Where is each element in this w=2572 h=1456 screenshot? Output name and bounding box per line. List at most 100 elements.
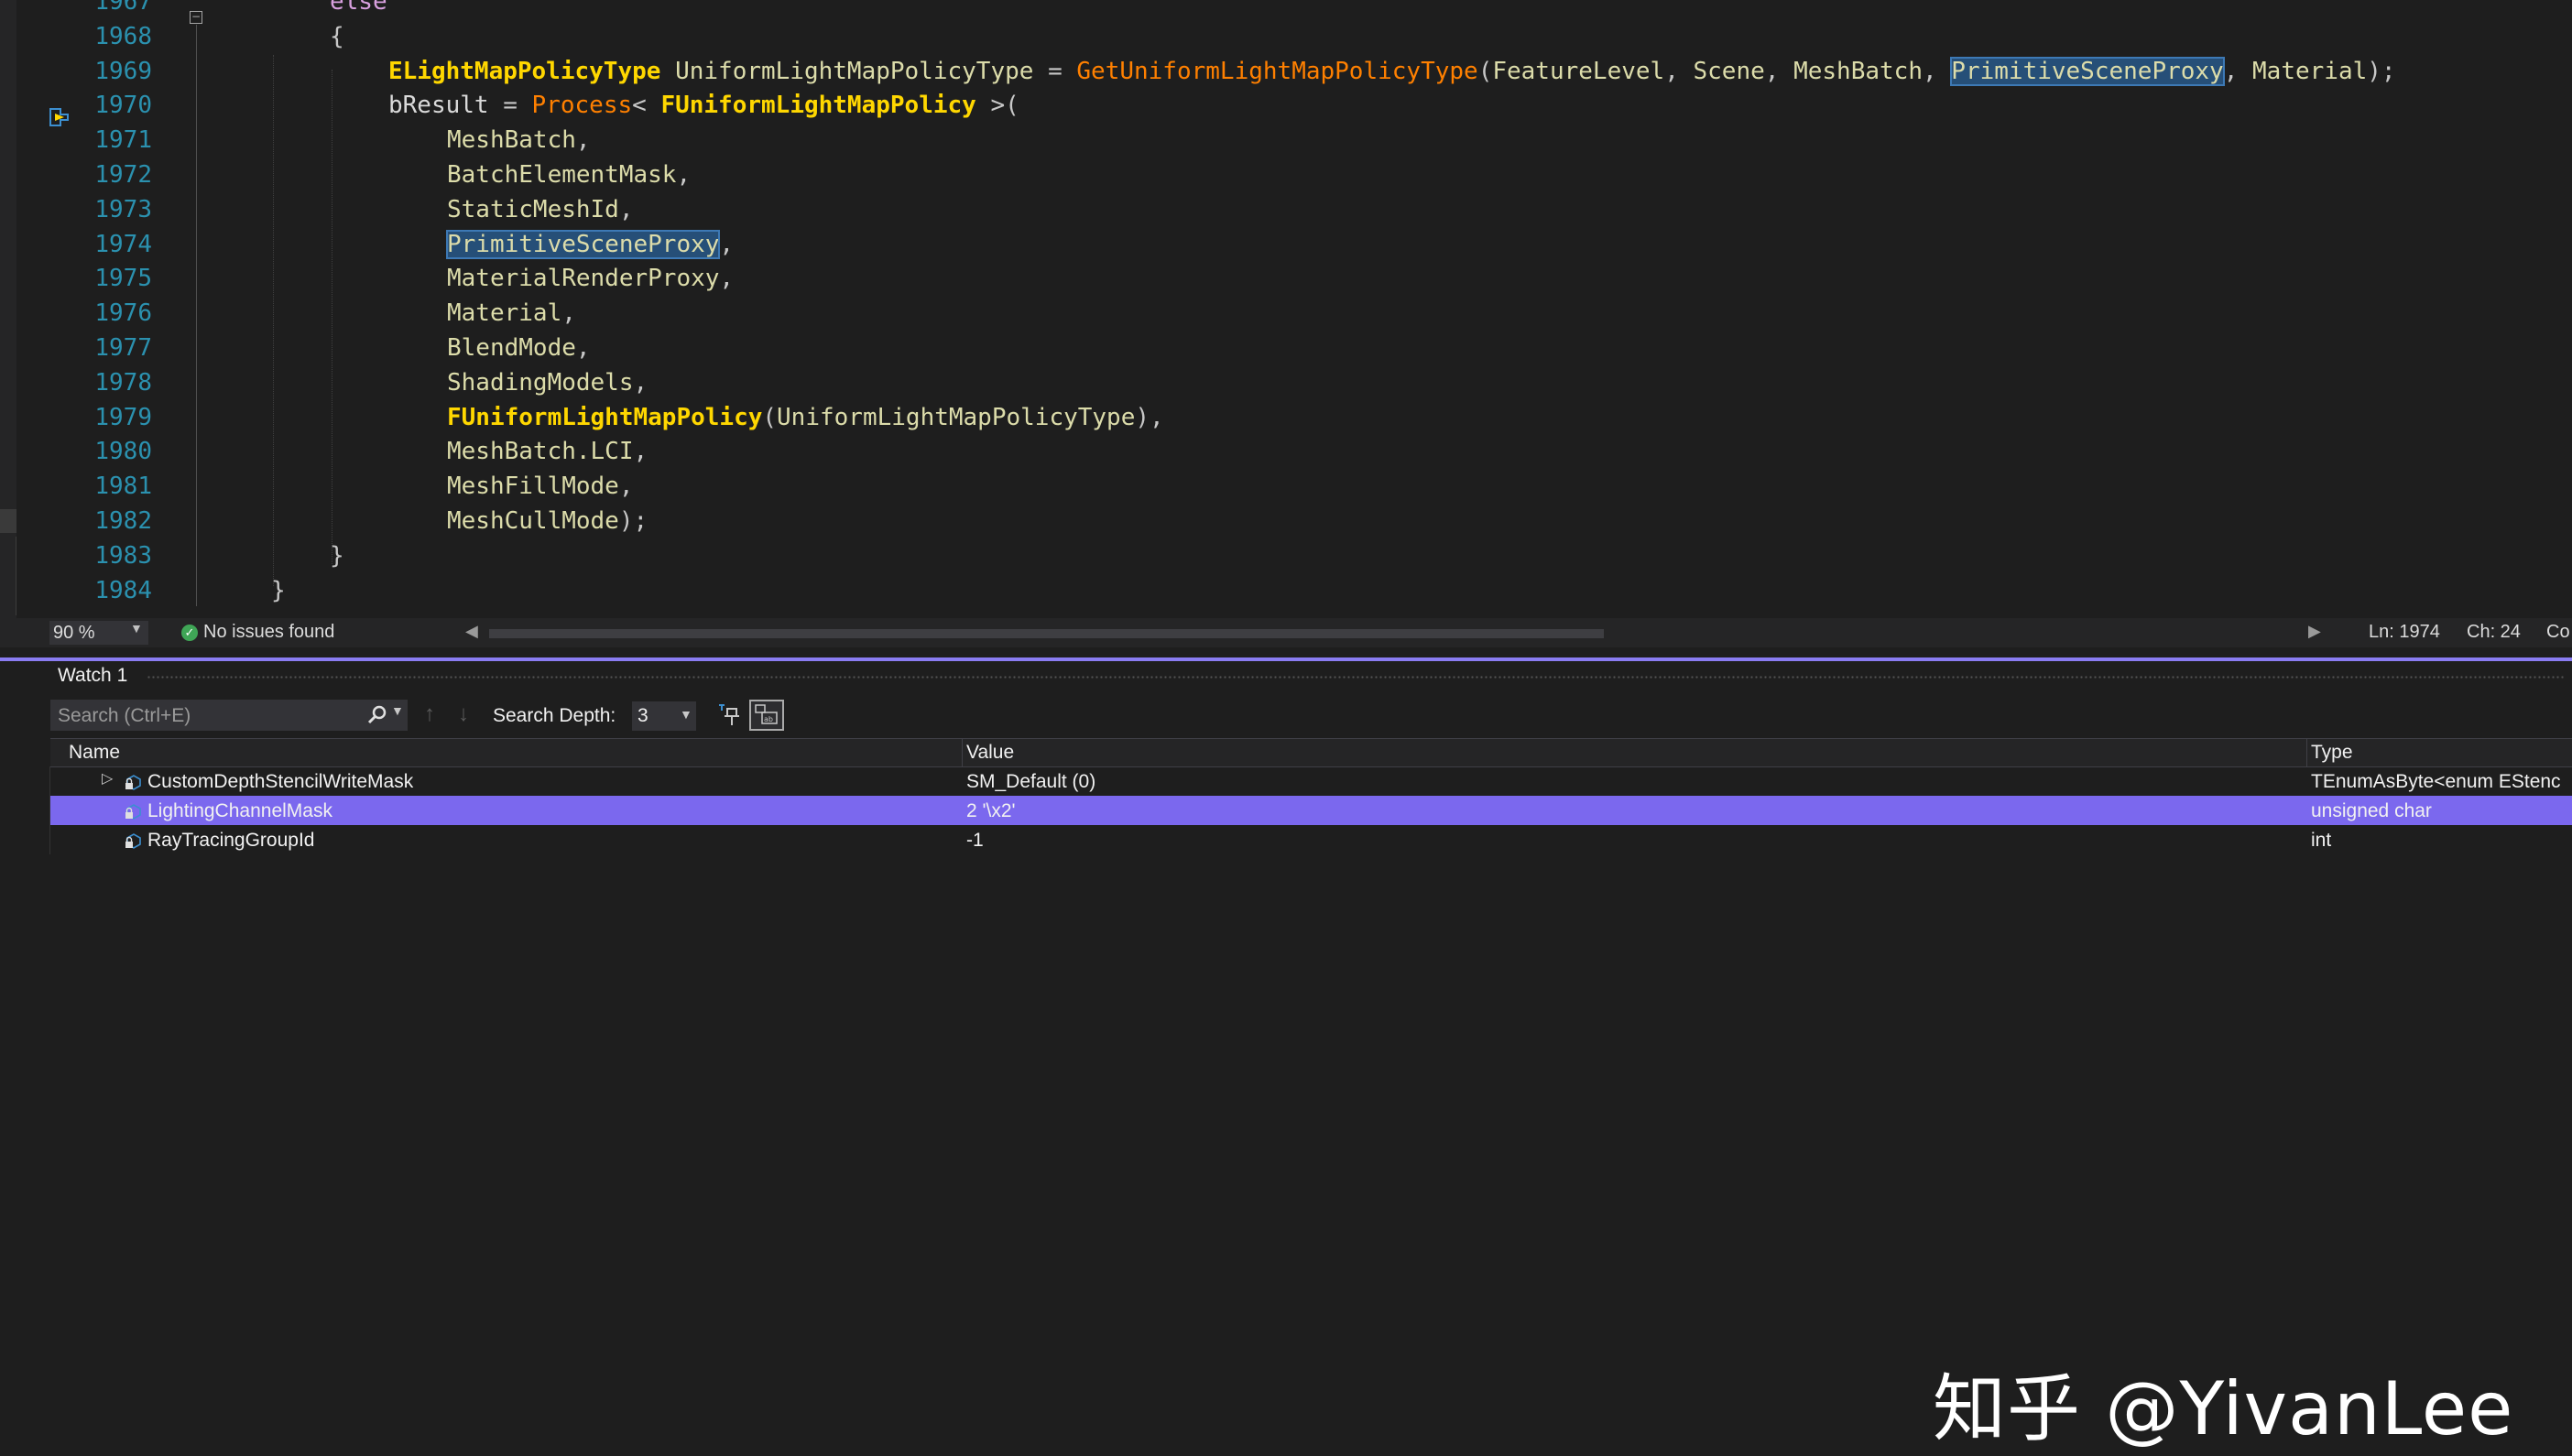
code-line[interactable]: 1984} — [0, 574, 2572, 609]
watch-row[interactable]: RayTracingGroupId -1 int — [50, 825, 2572, 854]
code-text[interactable]: bResult = Process< FUniformLightMapPolic… — [388, 89, 1019, 124]
code-line[interactable]: 1974 PrimitiveSceneProxy, — [0, 228, 2572, 263]
code-line[interactable]: 1968 { — [0, 20, 2572, 55]
horizontal-scrollbar[interactable] — [489, 629, 1604, 638]
code-text[interactable]: BlendMode, — [447, 331, 591, 366]
code-token: ), — [1135, 403, 1164, 431]
code-text[interactable]: MeshCullMode); — [447, 505, 648, 539]
search-input[interactable] — [56, 701, 362, 731]
arrow-up-icon[interactable]: ↑ — [424, 701, 435, 727]
line-number: 1978 — [94, 368, 152, 397]
code-line[interactable]: 1970 bResult = Process< FUniformLightMapP… — [0, 89, 2572, 124]
watch-row[interactable]: LightingChannelMask 2 '\x2' unsigned char — [50, 796, 2572, 825]
code-token: ( — [1477, 57, 1493, 85]
code-line[interactable]: 1967 else — [0, 0, 2572, 20]
code-text[interactable]: Material, — [447, 297, 576, 331]
line-number: 1982 — [94, 507, 152, 535]
code-text[interactable]: { — [330, 20, 344, 55]
row-gutter[interactable] — [0, 825, 50, 854]
code-line[interactable]: 1979 FUniformLightMapPolicy(UniformLightM… — [0, 401, 2572, 436]
code-line[interactable]: 1971 MeshBatch, — [0, 124, 2572, 158]
panel-grip[interactable] — [147, 675, 2565, 680]
column-divider[interactable] — [2306, 739, 2307, 766]
code-token: ); — [618, 507, 648, 535]
code-text[interactable]: PrimitiveSceneProxy, — [445, 228, 735, 263]
code-text[interactable]: BatchElementMask, — [447, 158, 691, 193]
code-line[interactable]: 1975 MaterialRenderProxy, — [0, 262, 2572, 297]
code-token: < — [632, 92, 661, 120]
expand-icon[interactable]: ▷ — [102, 769, 113, 788]
arrow-down-icon[interactable]: ↓ — [458, 701, 469, 727]
row-gutter[interactable] — [0, 766, 50, 796]
line-number: 1981 — [94, 473, 152, 501]
code-text[interactable]: else — [330, 0, 387, 20]
code-token: ELightMapPolicyType — [388, 57, 661, 85]
column-indicator[interactable]: Ch: 24 — [2467, 622, 2521, 643]
line-number: 1975 — [94, 265, 152, 293]
code-token: , — [633, 368, 648, 397]
code-text[interactable]: ELightMapPolicyType UniformLightMapPolic… — [388, 55, 2396, 90]
code-token: MeshCullMode — [447, 507, 619, 535]
code-line[interactable]: 1969 ELightMapPolicyType UniformLightMapP… — [0, 55, 2572, 90]
code-token: , — [575, 334, 591, 362]
code-line[interactable]: 1982 MeshCullMode); — [0, 505, 2572, 539]
code-token: Process — [531, 92, 633, 120]
code-token: MaterialRenderProxy — [447, 265, 720, 293]
code-text[interactable]: MeshFillMode, — [447, 470, 634, 505]
column-header-type[interactable]: Type — [2311, 742, 2353, 764]
cell-name: CustomDepthStencilWriteMask — [147, 771, 414, 792]
code-text[interactable]: MaterialRenderProxy, — [447, 262, 734, 297]
search-icon[interactable] — [366, 704, 388, 726]
code-text[interactable]: MeshBatch.LCI, — [447, 435, 648, 470]
code-line[interactable]: 1983} — [0, 539, 2572, 574]
code-text[interactable]: ShadingModels, — [447, 366, 648, 401]
issues-indicator[interactable]: ✓ No issues found — [181, 622, 334, 643]
code-token: Material — [2252, 57, 2368, 85]
code-editor[interactable]: − 1967 else 1968{1969 ELightMapPolicyType U… — [0, 0, 2572, 618]
code-line[interactable]: 1972 BatchElementMask, — [0, 158, 2572, 193]
code-line[interactable]: 1976 Material, — [0, 297, 2572, 331]
code-token: ShadingModels — [447, 368, 634, 397]
line-indicator[interactable]: Ln: 1974 — [2369, 622, 2440, 643]
panel-title[interactable]: Watch 1 — [58, 665, 127, 687]
line-number: 1967 — [94, 0, 152, 16]
search-depth-label: Search Depth: — [493, 705, 616, 726]
chevron-down-icon[interactable]: ▼ — [391, 703, 404, 718]
line-number: 1980 — [94, 438, 152, 466]
code-line[interactable]: 1980 MeshBatch.LCI, — [0, 435, 2572, 470]
column-divider[interactable] — [962, 739, 963, 766]
code-token: , — [1764, 57, 1794, 85]
code-token: ( — [762, 403, 778, 431]
code-token: } — [271, 576, 286, 604]
row-gutter[interactable] — [0, 796, 50, 825]
code-line[interactable]: 1978 ShadingModels, — [0, 366, 2572, 401]
code-text[interactable]: } — [330, 539, 344, 574]
watch-row[interactable]: ▷ CustomDepthStencilWriteMask SM_Default (… — [50, 766, 2572, 796]
code-text[interactable]: FUniformLightMapPolicy(UniformLightMapPo… — [447, 401, 1164, 436]
code-token: , — [2223, 57, 2253, 85]
search-depth-dropdown[interactable]: 3 ▼ — [632, 701, 696, 731]
line-ending-indicator[interactable]: Co — [2546, 622, 2570, 643]
code-line[interactable]: 1981 MeshFillMode, — [0, 470, 2572, 505]
code-line[interactable]: 1977 BlendMode, — [0, 331, 2572, 366]
column-header-name[interactable]: Name — [69, 742, 120, 764]
code-token: , — [575, 126, 591, 155]
watch-search-box[interactable]: ▼ — [50, 700, 408, 731]
column-header-value[interactable]: Value — [966, 742, 1014, 764]
code-token: , — [719, 230, 735, 258]
zoom-dropdown[interactable]: 90 % ▼ — [49, 621, 148, 645]
code-token: UniformLightMapPolicyType — [777, 403, 1136, 431]
code-text[interactable]: StaticMeshId, — [447, 193, 634, 228]
highlighted-reference: PrimitiveSceneProxy — [445, 229, 721, 259]
code-token: FeatureLevel — [1492, 57, 1665, 85]
code-line[interactable]: 1973 StaticMeshId, — [0, 193, 2572, 228]
line-number: 1973 — [94, 195, 152, 223]
code-text[interactable]: } — [271, 574, 286, 609]
scroll-right-icon[interactable]: ▶ — [2308, 622, 2321, 641]
scroll-left-icon[interactable]: ◀ — [465, 622, 478, 641]
pin-icon[interactable] — [716, 701, 742, 729]
code-text[interactable]: MeshBatch, — [447, 124, 591, 158]
zoom-value: 90 % — [53, 623, 95, 643]
hexadecimal-toggle-icon[interactable]: ab — [749, 700, 784, 731]
